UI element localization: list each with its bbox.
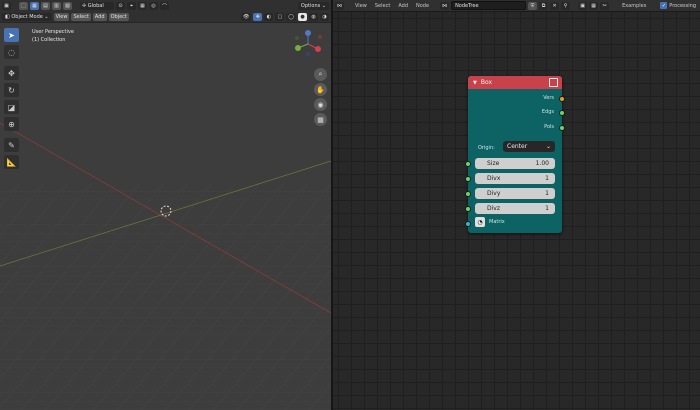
gizmo-toggle-icon[interactable]: ✥ [253,13,263,21]
menu-view[interactable]: View [53,13,70,21]
output-edges-socket[interactable] [559,110,565,116]
pivot-point-icon[interactable]: ⊙ [116,2,125,10]
measure-tool-icon[interactable]: 📐 [4,155,19,169]
node-tree-name-field[interactable]: NodeTree [451,1,527,10]
pan-hand-icon[interactable]: ✋ [314,83,327,96]
viewport-grid [0,122,331,410]
transform-orientation-dropdown[interactable]: ✢ Global [80,2,114,10]
divz-field[interactable]: Divz 1 [475,203,555,214]
xray-icon[interactable]: ▢ [275,13,285,21]
node-editor-type-icon[interactable]: ⋈ [335,1,344,10]
ne-menu-add[interactable]: Add [395,3,411,9]
transform-tool-icon[interactable]: ⊕ [4,117,19,131]
backdrop-icon[interactable]: ▣ [578,1,588,10]
snap-node-icon[interactable]: ▦ [589,1,599,10]
matrix-icon[interactable]: ◔ [475,217,485,227]
node-editor[interactable]: ⋈ View Select Add Node ⋈ NodeTree ⛨ ⧉ ✕ … [333,0,700,410]
unlink-close-icon[interactable]: ✕ [550,1,560,10]
matrix-label: Matrix [489,219,505,225]
ortho-grid-icon[interactable]: ▦ [314,113,327,126]
visibility-icon[interactable]: 👁 [241,13,252,21]
chevron-down-icon: ⌄ [545,143,551,150]
select-mode-icon[interactable]: ▦ [30,2,39,10]
overlays-icon[interactable]: ◐ [264,13,274,21]
annotate-tool-icon[interactable]: ✎ [4,138,19,152]
processing-label: Processing [669,2,696,9]
proportional-edit-icon[interactable]: ◎ [149,2,158,10]
origin-dropdown[interactable]: Center ⌄ [503,141,555,152]
object-mode-dropdown[interactable]: ◧ Object Mode ⌄ [2,13,52,21]
ne-menu-node[interactable]: Node [413,3,432,9]
node-header[interactable]: ▼ Box [468,76,562,89]
select-tool-icon[interactable]: ➤ [4,28,19,42]
new-tree-icon[interactable]: ⧉ [539,1,549,10]
divy-input-socket[interactable] [465,191,471,197]
move-tool-icon[interactable]: ✥ [4,66,19,80]
fake-user-shield-icon[interactable]: ⛨ [528,1,538,10]
snap-icon[interactable]: ⌖ [127,2,136,10]
shading-rendered-icon[interactable]: ◑ [320,13,329,21]
output-polygons-label: Pols [544,124,554,130]
pin-icon[interactable]: ⚲ [561,1,571,10]
matrix-row: ◔ Matrix [475,217,505,227]
tweak-select-icon[interactable]: ⬚ [19,2,28,10]
camera-icon[interactable]: ◉ [314,98,327,111]
menu-add[interactable]: Add [92,13,107,21]
divy-field[interactable]: Divy 1 [475,188,555,199]
node-editor-header: ⋈ View Select Add Node ⋈ NodeTree ⛨ ⧉ ✕ … [333,0,700,12]
ne-menu-select[interactable]: Select [372,3,393,9]
matrix-input-socket[interactable] [465,221,471,227]
editor-type-icon[interactable]: ▣ [2,2,11,10]
rotate-tool-icon[interactable]: ↻ [4,83,19,97]
select-extend-icon[interactable]: ▤ [41,2,50,10]
scale-tool-icon[interactable]: ◪ [4,100,19,114]
divx-field[interactable]: Divx 1 [475,173,555,184]
viewport-3d[interactable]: ▣ ⬚ ▦ ▤ ▥ ▧ ✢ Global ⊙ ⌖ ▦ ◎ ⌒ Options ⌄… [0,0,331,410]
processing-checkbox[interactable]: ✓ [660,2,668,9]
viewport-mode-header: ◧ Object Mode ⌄ View Select Add Object 👁… [0,12,331,23]
zoom-icon[interactable]: ⌕ [314,68,327,81]
navigation-gizmo[interactable]: ⌕ ✋ ◉ ▦ [288,30,328,130]
nodetree-browse-icon[interactable]: ⋈ [440,1,450,10]
viewport-top-header: ▣ ⬚ ▦ ▤ ▥ ▧ ✢ Global ⊙ ⌖ ▦ ◎ ⌒ Options ⌄ [0,0,331,12]
shading-material-icon[interactable]: ◍ [309,13,318,21]
examples-menu[interactable]: Examples [619,3,649,9]
menu-select[interactable]: Select [71,13,91,21]
select-subtract-icon[interactable]: ▥ [52,2,61,10]
shading-solid-icon[interactable]: ● [298,13,307,21]
tool-shelf: ➤ ◌ ✥ ↻ ◪ ⊕ ✎ 📐 [4,28,21,172]
size-input-socket[interactable] [465,161,471,167]
divz-input-socket[interactable] [465,206,471,212]
node-preview-icon[interactable] [549,78,558,87]
output-vertices-label: Vers [543,95,554,101]
output-vertices-socket[interactable] [559,96,565,102]
options-dropdown[interactable]: Options ⌄ [297,2,329,10]
select-invert-icon[interactable]: ▧ [63,2,72,10]
viewport-info: User Perspective (1) Collection [32,28,74,44]
divx-input-socket[interactable] [465,176,471,182]
cursor-tool-icon[interactable]: ◌ [4,45,19,59]
falloff-icon[interactable]: ⌒ [160,2,170,10]
collapse-arrow-icon[interactable]: ▼ [473,80,477,86]
shading-wireframe-icon[interactable]: ◯ [286,13,296,21]
origin-label: Origin: [478,145,495,151]
collection-label: (1) Collection [32,37,66,43]
output-edges-label: Edgs [541,109,554,115]
size-field[interactable]: Size 1.00 [475,158,555,169]
node-title: Box [480,79,493,86]
tools-icon[interactable]: ✂ [600,1,610,10]
output-polygons-socket[interactable] [559,125,565,131]
snap-target-icon[interactable]: ▦ [138,2,147,10]
axis-gizmo[interactable] [288,30,328,58]
box-node[interactable]: ▼ Box Vers Edgs Pols Origin: Center ⌄ Si… [465,76,565,233]
perspective-label: User Perspective [32,29,74,35]
menu-object[interactable]: Object [108,13,129,21]
ne-menu-view[interactable]: View [352,3,370,9]
